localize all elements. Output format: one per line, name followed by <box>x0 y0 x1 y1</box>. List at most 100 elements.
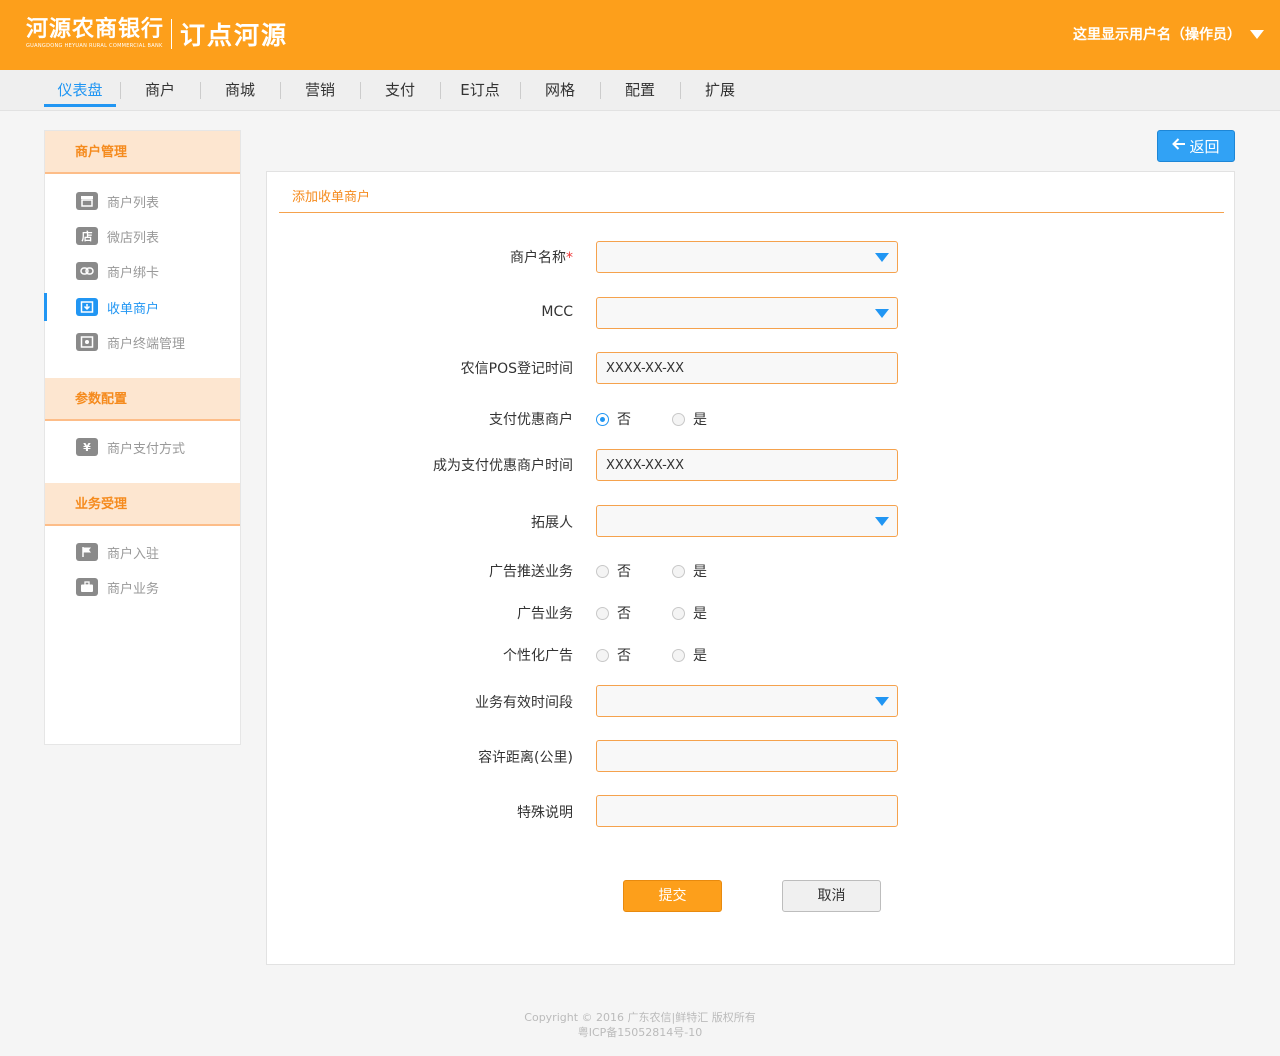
sidebar-item-label: 商户终端管理 <box>107 336 186 352</box>
notes-label: 特殊说明 <box>517 805 573 821</box>
bank-name-en: GUANGDONG HEYUAN RURAL COMMERCIAL BANK <box>26 43 163 49</box>
bank-logo[interactable]: 河源农商银行 GUANGDONG HEYUAN RURAL COMMERCIAL… <box>26 16 288 52</box>
pos-reg-time-label: 农信POS登记时间 <box>460 361 573 377</box>
nav-item-payment[interactable]: 支付 <box>360 70 440 110</box>
product-name: 订点河源 <box>180 21 289 50</box>
sidebar-item-label: 商户入驻 <box>107 546 160 562</box>
copyright-text: Copyright © 2016 广东农信|鲜特汇 版权所有 <box>524 1011 756 1024</box>
nav-item-mall[interactable]: 商城 <box>200 70 280 110</box>
radio-label: 是 <box>693 648 707 664</box>
sidebar-item-label: 商户列表 <box>107 195 160 211</box>
pos-reg-time-input[interactable] <box>597 353 897 383</box>
main-nav: 仪表盘 商户 商城 营销 支付 E订点 网格 配置 扩展 <box>0 70 1280 111</box>
nav-item-extend[interactable]: 扩展 <box>680 70 760 110</box>
sidebar-item-label: 收单商户 <box>107 301 160 317</box>
sidebar-item-merchant-bind-card[interactable]: 商户绑卡 <box>45 258 240 284</box>
radio-icon <box>672 648 685 662</box>
nav-item-merchant[interactable]: 商户 <box>120 70 200 110</box>
radio-icon <box>672 564 685 578</box>
footer: Copyright © 2016 广东农信|鲜特汇 版权所有 粤ICP备1505… <box>0 1010 1280 1040</box>
sidebar-item-merchant-payment-method[interactable]: ¥ 商户支付方式 <box>45 434 240 460</box>
mcc-select[interactable] <box>596 297 898 329</box>
sidebar-item-acquiring-merchant[interactable]: 收单商户 <box>44 293 240 321</box>
download-icon <box>76 298 98 316</box>
discount-time-input[interactable] <box>597 450 897 480</box>
merchant-name-label-text: 商户名称 <box>510 250 566 266</box>
flag-icon <box>76 543 98 561</box>
link-icon <box>76 262 98 280</box>
nav-item-grid[interactable]: 网格 <box>520 70 600 110</box>
caret-down-icon <box>1250 29 1264 39</box>
back-button[interactable]: 返回 <box>1157 130 1235 162</box>
tolerance-field <box>596 740 898 772</box>
nav-item-dashboard[interactable]: 仪表盘 <box>40 70 120 110</box>
pos-reg-time-field <box>596 352 898 384</box>
radio-label: 否 <box>617 648 631 664</box>
store-icon <box>76 192 98 210</box>
nav-item-config[interactable]: 配置 <box>600 70 680 110</box>
ad-business-label: 广告业务 <box>517 606 573 622</box>
sidebar-section-merchant-management: 商户管理 <box>45 131 240 174</box>
cancel-button[interactable]: 取消 <box>782 880 881 912</box>
radio-label: 是 <box>693 564 707 580</box>
valid-period-label: 业务有效时间段 <box>475 695 573 711</box>
tolerance-label: 容许距离(公里) <box>478 750 573 766</box>
radio-icon <box>672 606 685 620</box>
ad-business-radio-yes[interactable]: 是 <box>672 603 707 623</box>
caret-down-icon <box>875 309 889 318</box>
radio-selected-icon <box>596 412 609 426</box>
sidebar: 商户管理 商户列表 店 微店列表 商户绑卡 收单商户 商户终端管理 参数配置 ¥… <box>44 130 241 745</box>
pay-discount-radio-no[interactable]: 否 <box>596 409 631 429</box>
expander-label: 拓展人 <box>531 515 573 531</box>
valid-period-select[interactable] <box>596 685 898 717</box>
nav-item-e-order[interactable]: E订点 <box>440 70 520 110</box>
required-mark: * <box>566 250 573 266</box>
ad-business-radio-no[interactable]: 否 <box>596 603 631 623</box>
ad-push-radio-yes[interactable]: 是 <box>672 561 707 581</box>
radio-label: 否 <box>617 606 631 622</box>
mcc-label: MCC <box>541 304 573 320</box>
sidebar-item-label: 商户业务 <box>107 581 160 597</box>
nav-item-marketing[interactable]: 营销 <box>280 70 360 110</box>
notes-input[interactable] <box>597 796 897 826</box>
icp-text: 粤ICP备15052814号-10 <box>577 1026 703 1039</box>
discount-time-label: 成为支付优惠商户时间 <box>433 458 573 474</box>
merchant-name-select[interactable] <box>596 241 898 273</box>
sidebar-section-parameter-config: 参数配置 <box>45 378 240 421</box>
personal-ad-radio-no[interactable]: 否 <box>596 645 631 665</box>
user-menu[interactable]: 这里显示用户名（操作员） <box>1073 24 1264 44</box>
notes-field <box>596 795 898 827</box>
expander-select[interactable] <box>596 505 898 537</box>
pay-discount-radio-yes[interactable]: 是 <box>672 409 707 429</box>
radio-icon <box>596 564 609 578</box>
ad-push-radio-no[interactable]: 否 <box>596 561 631 581</box>
sidebar-item-microshop-list[interactable]: 店 微店列表 <box>45 223 240 249</box>
terminal-icon <box>76 333 98 351</box>
pay-discount-label: 支付优惠商户 <box>489 412 573 428</box>
merchant-name-label: 商户名称* <box>353 247 573 267</box>
bank-logo-text: 河源农商银行 GUANGDONG HEYUAN RURAL COMMERCIAL… <box>26 18 164 50</box>
top-header: 河源农商银行 GUANGDONG HEYUAN RURAL COMMERCIAL… <box>0 0 1280 70</box>
radio-icon <box>596 606 609 620</box>
caret-down-icon <box>875 253 889 262</box>
caret-down-icon <box>875 517 889 526</box>
radio-label: 否 <box>617 412 631 428</box>
submit-button[interactable]: 提交 <box>623 880 722 912</box>
user-name: 这里显示用户名（操作员） <box>1073 27 1241 43</box>
bank-name: 河源农商银行 <box>26 17 165 42</box>
sidebar-item-label: 商户支付方式 <box>107 441 186 457</box>
personal-ad-label: 个性化广告 <box>503 648 573 664</box>
logo-divider <box>171 19 173 49</box>
sidebar-item-merchant-list[interactable]: 商户列表 <box>45 188 240 214</box>
caret-down-icon <box>875 697 889 706</box>
personal-ad-radio-yes[interactable]: 是 <box>672 645 707 665</box>
sidebar-item-merchant-business[interactable]: 商户业务 <box>45 574 240 600</box>
title-divider <box>279 212 1224 213</box>
sidebar-item-merchant-onboarding[interactable]: 商户入驻 <box>45 539 240 565</box>
form-panel: 添加收单商户 商户名称* MCC 农信POS登记时间 支付优惠商户 否 是 成为… <box>266 171 1235 965</box>
page-title: 添加收单商户 <box>292 190 371 205</box>
radio-label: 是 <box>693 412 707 428</box>
sidebar-item-merchant-terminal[interactable]: 商户终端管理 <box>45 329 240 355</box>
sidebar-item-label: 商户绑卡 <box>107 265 160 281</box>
tolerance-input[interactable] <box>597 741 897 771</box>
